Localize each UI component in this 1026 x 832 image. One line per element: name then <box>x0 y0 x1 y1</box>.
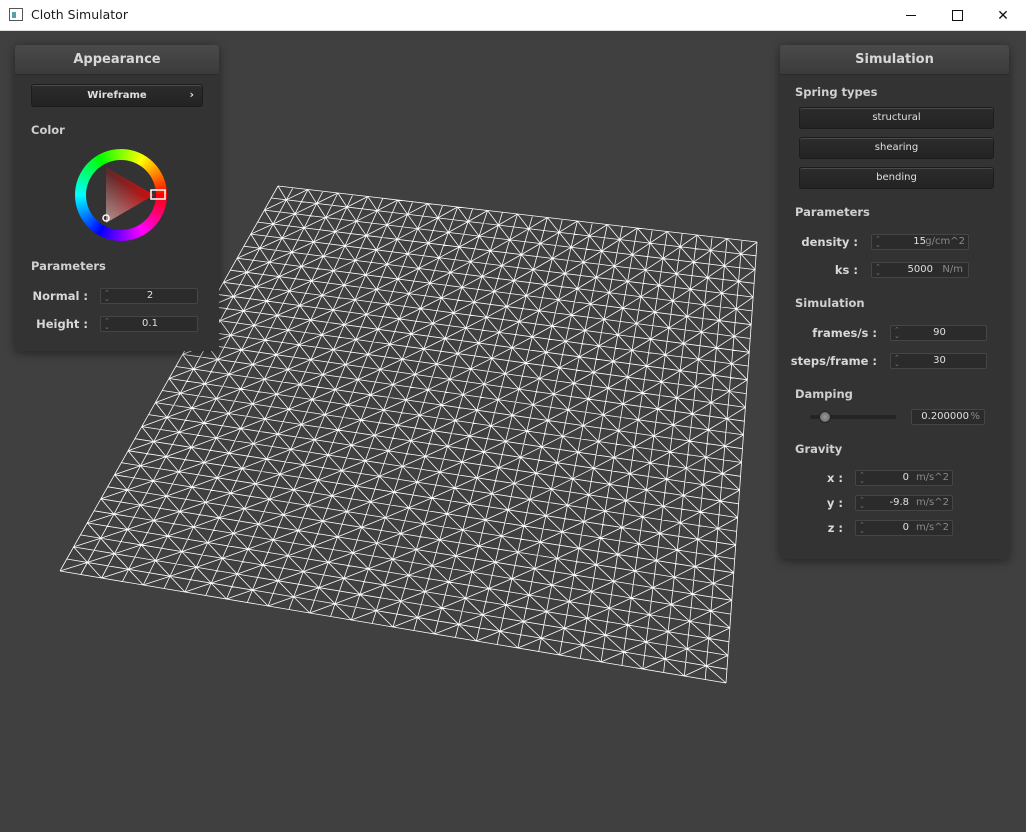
simulation-title[interactable]: Simulation <box>780 45 1009 75</box>
bending-toggle[interactable]: bending <box>799 167 994 189</box>
ks-label: ks : <box>834 263 858 277</box>
simulation-panel: Simulation Spring types structural shear… <box>780 45 1009 559</box>
spinner-arrows-icon: ⌃ ⌄ <box>875 263 881 277</box>
spinner-arrows-icon: ⌃ ⌄ <box>859 471 865 485</box>
gravity-x-label: x : <box>826 471 843 485</box>
appearance-title[interactable]: Appearance <box>15 45 219 75</box>
spinner-arrows-icon: ⌃ ⌄ <box>875 235 881 249</box>
gravity-z-label: z : <box>827 521 843 535</box>
gravity-z-input[interactable]: ⌃ ⌄ 0 m/s^2 <box>855 520 953 536</box>
spinner-arrows-icon: ⌃ ⌄ <box>859 496 865 510</box>
steps-label: steps/frame : <box>790 354 877 368</box>
gravity-x-input[interactable]: ⌃ ⌄ 0 m/s^2 <box>855 470 953 486</box>
maximize-icon <box>951 10 963 21</box>
maximize-button[interactable] <box>934 0 980 31</box>
shader-select[interactable]: Wireframe › <box>31 84 203 107</box>
normal-label: Normal : <box>32 289 88 303</box>
height-label: Height : <box>36 317 88 331</box>
damping-slider[interactable] <box>810 410 896 424</box>
appearance-parameters-label: Parameters <box>31 259 106 273</box>
title-bar: Cloth Simulator ✕ <box>0 0 1026 31</box>
frames-input[interactable]: ⌃ ⌄ 90 <box>890 325 987 341</box>
close-icon: ✕ <box>997 7 1009 24</box>
damping-slider-handle[interactable] <box>818 411 831 423</box>
color-wheel[interactable] <box>75 149 167 241</box>
minimize-button[interactable] <box>888 0 934 31</box>
appearance-panel: Appearance Wireframe › Color Parameters … <box>15 45 219 351</box>
color-label: Color <box>31 123 65 137</box>
chevron-right-icon: › <box>189 88 194 101</box>
saturation-triangle[interactable] <box>75 149 167 241</box>
structural-toggle[interactable]: structural <box>799 107 994 129</box>
damping-label: Damping <box>795 387 853 401</box>
density-input[interactable]: ⌃ ⌄ 15 g/cm^2 <box>871 234 969 250</box>
window-title: Cloth Simulator <box>31 7 128 22</box>
spring-types-label: Spring types <box>795 85 878 99</box>
steps-input[interactable]: ⌃ ⌄ 30 <box>890 353 987 369</box>
gravity-y-label: y : <box>826 496 843 510</box>
shearing-toggle[interactable]: shearing <box>799 137 994 159</box>
shader-select-value: Wireframe <box>87 90 147 101</box>
height-input[interactable]: ⌃ ⌄ 0.1 <box>100 316 198 332</box>
normal-input[interactable]: ⌃ ⌄ 2 <box>100 288 198 304</box>
close-button[interactable]: ✕ <box>980 0 1026 31</box>
gravity-label: Gravity <box>795 442 843 456</box>
minimize-icon <box>906 15 916 16</box>
ks-input[interactable]: ⌃ ⌄ 5000 N/m <box>871 262 969 278</box>
frames-label: frames/s : <box>812 326 877 340</box>
app-window-icon <box>9 8 23 21</box>
damping-input[interactable]: 0.200000 % <box>911 409 985 425</box>
simulation-section-label: Simulation <box>795 296 865 310</box>
spinner-arrows-icon: ⌃ ⌄ <box>859 521 865 535</box>
gravity-y-input[interactable]: ⌃ ⌄ -9.8 m/s^2 <box>855 495 953 511</box>
sim-parameters-label: Parameters <box>795 205 870 219</box>
density-label: density : <box>801 235 858 249</box>
